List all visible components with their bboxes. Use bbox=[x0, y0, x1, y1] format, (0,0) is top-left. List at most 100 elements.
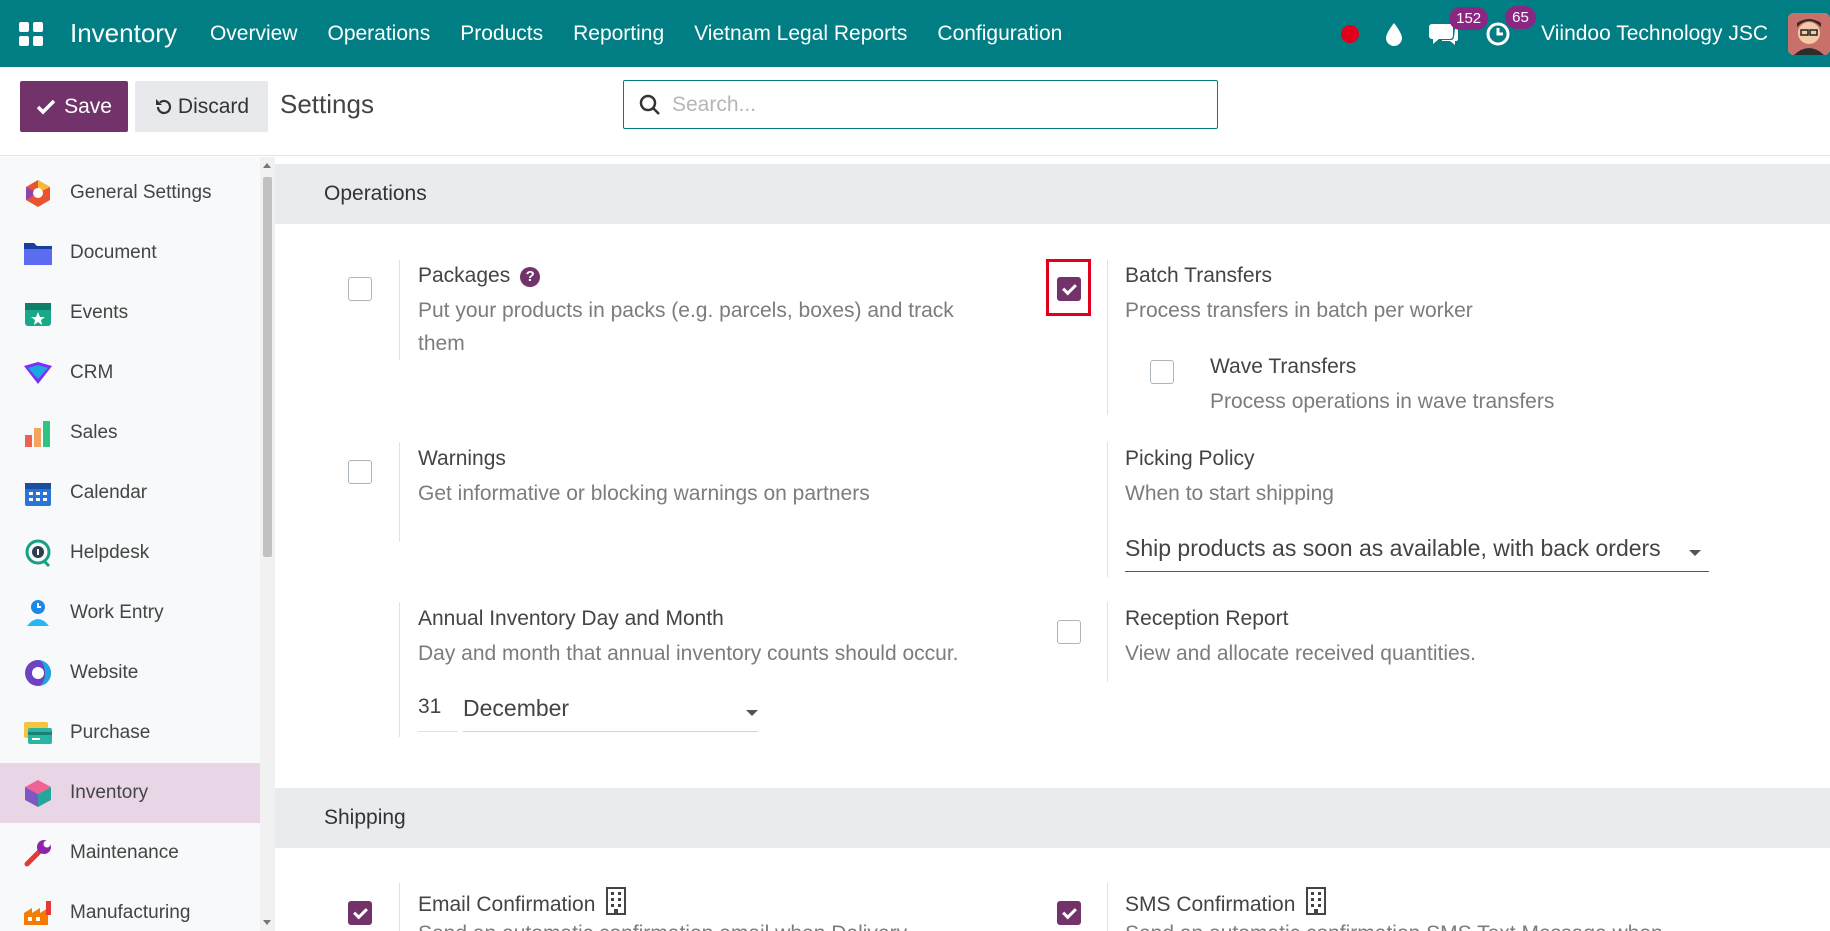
annual-inventory-description: Day and month that annual inventory coun… bbox=[418, 642, 959, 665]
chevron-down-icon bbox=[1689, 550, 1701, 556]
help-icon[interactable]: ? bbox=[520, 266, 541, 287]
apps-menu-icon[interactable] bbox=[0, 0, 62, 67]
discard-label: Discard bbox=[177, 94, 250, 118]
sidebar-item-calendar[interactable]: Calendar bbox=[0, 463, 260, 523]
picking-policy-description: When to start shipping bbox=[1125, 482, 1334, 505]
menu-configuration[interactable]: Configuration bbox=[937, 22, 1062, 46]
save-label: Save bbox=[64, 94, 112, 118]
scroll-down-arrow-icon[interactable] bbox=[263, 920, 271, 925]
work-entry-icon bbox=[22, 597, 54, 629]
sidebar-item-label: Inventory bbox=[70, 782, 149, 803]
scrollbar-thumb[interactable] bbox=[263, 177, 272, 557]
sidebar-scrollbar[interactable] bbox=[260, 157, 275, 931]
sidebar-item-maintenance[interactable]: Maintenance bbox=[0, 823, 260, 883]
annual-inventory-month-value: December bbox=[463, 695, 570, 721]
sms-confirmation-description: Send an automatic confirmation SMS Text … bbox=[1125, 917, 1725, 931]
sidebar-item-purchase[interactable]: Purchase bbox=[0, 703, 260, 763]
wave-transfers-title: Wave Transfers bbox=[1210, 355, 1357, 378]
reception-report-description: View and allocate received quantities. bbox=[1125, 642, 1477, 665]
maintenance-icon bbox=[22, 837, 54, 869]
packages-description: Put your products in packs (e.g. parcels… bbox=[418, 299, 954, 355]
sidebar-item-document[interactable]: Document bbox=[0, 223, 260, 283]
menu-vietnam-legal-reports[interactable]: Vietnam Legal Reports bbox=[694, 22, 907, 46]
batch-transfers-checkbox[interactable] bbox=[1057, 277, 1081, 301]
menu-operations[interactable]: Operations bbox=[327, 22, 430, 46]
warnings-description: Get informative or blocking warnings on … bbox=[418, 482, 870, 505]
sidebar-item-crm[interactable]: CRM bbox=[0, 343, 260, 403]
save-button[interactable]: Save bbox=[20, 81, 128, 132]
packages-checkbox[interactable] bbox=[348, 277, 372, 301]
divider bbox=[399, 883, 400, 931]
page-title: Settings bbox=[280, 89, 374, 119]
chevron-down-icon bbox=[746, 710, 758, 716]
user-avatar[interactable] bbox=[1788, 12, 1830, 55]
sidebar-item-label: Document bbox=[70, 242, 157, 263]
annual-inventory-month-select[interactable]: December bbox=[463, 695, 758, 732]
menu-reporting[interactable]: Reporting bbox=[573, 22, 664, 46]
top-navbar: Inventory Overview Operations Products R… bbox=[0, 0, 1830, 67]
divider bbox=[399, 260, 400, 360]
company-building-icon bbox=[606, 887, 627, 915]
app-brand[interactable]: Inventory bbox=[70, 18, 177, 49]
sidebar-item-general-settings[interactable]: General Settings bbox=[0, 163, 260, 223]
warnings-checkbox[interactable] bbox=[348, 460, 372, 484]
record-icon[interactable] bbox=[1341, 24, 1360, 43]
activities-icon[interactable]: 65 bbox=[1485, 5, 1536, 48]
sidebar-item-events[interactable]: Events bbox=[0, 283, 260, 343]
divider bbox=[1107, 883, 1108, 931]
sidebar-item-helpdesk[interactable]: Helpdesk bbox=[0, 523, 260, 583]
sms-confirmation-title: SMS Confirmation bbox=[1125, 887, 1327, 917]
undo-icon bbox=[155, 98, 171, 114]
messages-icon[interactable]: 152 bbox=[1429, 6, 1489, 47]
inventory-icon bbox=[22, 777, 54, 809]
messages-badge: 152 bbox=[1449, 6, 1489, 30]
helpdesk-icon bbox=[22, 537, 54, 569]
sidebar-item-manufacturing[interactable]: Manufacturing bbox=[0, 883, 260, 931]
sidebar-item-website[interactable]: Website bbox=[0, 643, 260, 703]
wave-transfers-description: Process operations in wave transfers bbox=[1210, 390, 1555, 413]
wave-transfers-checkbox[interactable] bbox=[1150, 360, 1174, 384]
warnings-title: Warnings bbox=[418, 447, 506, 470]
settings-main: Operations Packages? Put your products i… bbox=[275, 157, 1830, 931]
batch-transfers-title: Batch Transfers bbox=[1125, 264, 1273, 287]
sidebar-item-label: Calendar bbox=[70, 482, 148, 503]
discard-button[interactable]: Discard bbox=[135, 81, 268, 132]
divider bbox=[1107, 260, 1108, 415]
sidebar-item-label: General Settings bbox=[70, 182, 212, 203]
menu-overview[interactable]: Overview bbox=[210, 22, 298, 46]
sidebar-item-label: Events bbox=[70, 302, 129, 323]
sidebar-item-label: Helpdesk bbox=[70, 542, 150, 563]
company-switcher[interactable]: Viindoo Technology JSC bbox=[1541, 22, 1768, 46]
activities-badge: 65 bbox=[1505, 5, 1536, 29]
control-panel: Save Discard Settings bbox=[0, 67, 1830, 156]
sidebar-item-label: Purchase bbox=[70, 722, 151, 743]
reception-report-checkbox[interactable] bbox=[1057, 620, 1081, 644]
crm-icon bbox=[22, 357, 54, 389]
menu-products[interactable]: Products bbox=[460, 22, 543, 46]
drop-icon[interactable] bbox=[1385, 22, 1403, 46]
sidebar-item-label: Maintenance bbox=[70, 842, 179, 863]
sidebar-item-work-entry[interactable]: Work Entry bbox=[0, 583, 260, 643]
sidebar-item-sales[interactable]: Sales bbox=[0, 403, 260, 463]
section-shipping-heading: Shipping bbox=[275, 788, 1830, 848]
email-confirmation-checkbox[interactable] bbox=[348, 901, 372, 925]
search-input[interactable] bbox=[672, 92, 1192, 117]
manufacturing-icon bbox=[22, 897, 54, 929]
sms-confirmation-checkbox[interactable] bbox=[1057, 901, 1081, 925]
company-building-icon bbox=[1306, 887, 1327, 915]
email-confirmation-description: Send an automatic confirmation email whe… bbox=[418, 917, 1018, 931]
search-box[interactable] bbox=[623, 80, 1218, 129]
sidebar-item-inventory[interactable]: Inventory bbox=[0, 763, 260, 823]
picking-policy-select[interactable]: Ship products as soon as available, with… bbox=[1125, 535, 1709, 572]
search-icon bbox=[639, 94, 660, 115]
picking-policy-value: Ship products as soon as available, with… bbox=[1125, 535, 1661, 561]
sidebar-item-label: Manufacturing bbox=[70, 902, 191, 923]
scroll-up-arrow-icon[interactable] bbox=[263, 163, 271, 168]
website-icon bbox=[22, 657, 54, 689]
divider bbox=[1107, 602, 1108, 682]
annual-inventory-day-input[interactable]: 31 bbox=[418, 695, 458, 732]
sales-icon bbox=[22, 417, 54, 449]
general-settings-icon bbox=[22, 177, 54, 209]
divider bbox=[399, 442, 400, 542]
sidebar-item-label: CRM bbox=[70, 362, 114, 383]
